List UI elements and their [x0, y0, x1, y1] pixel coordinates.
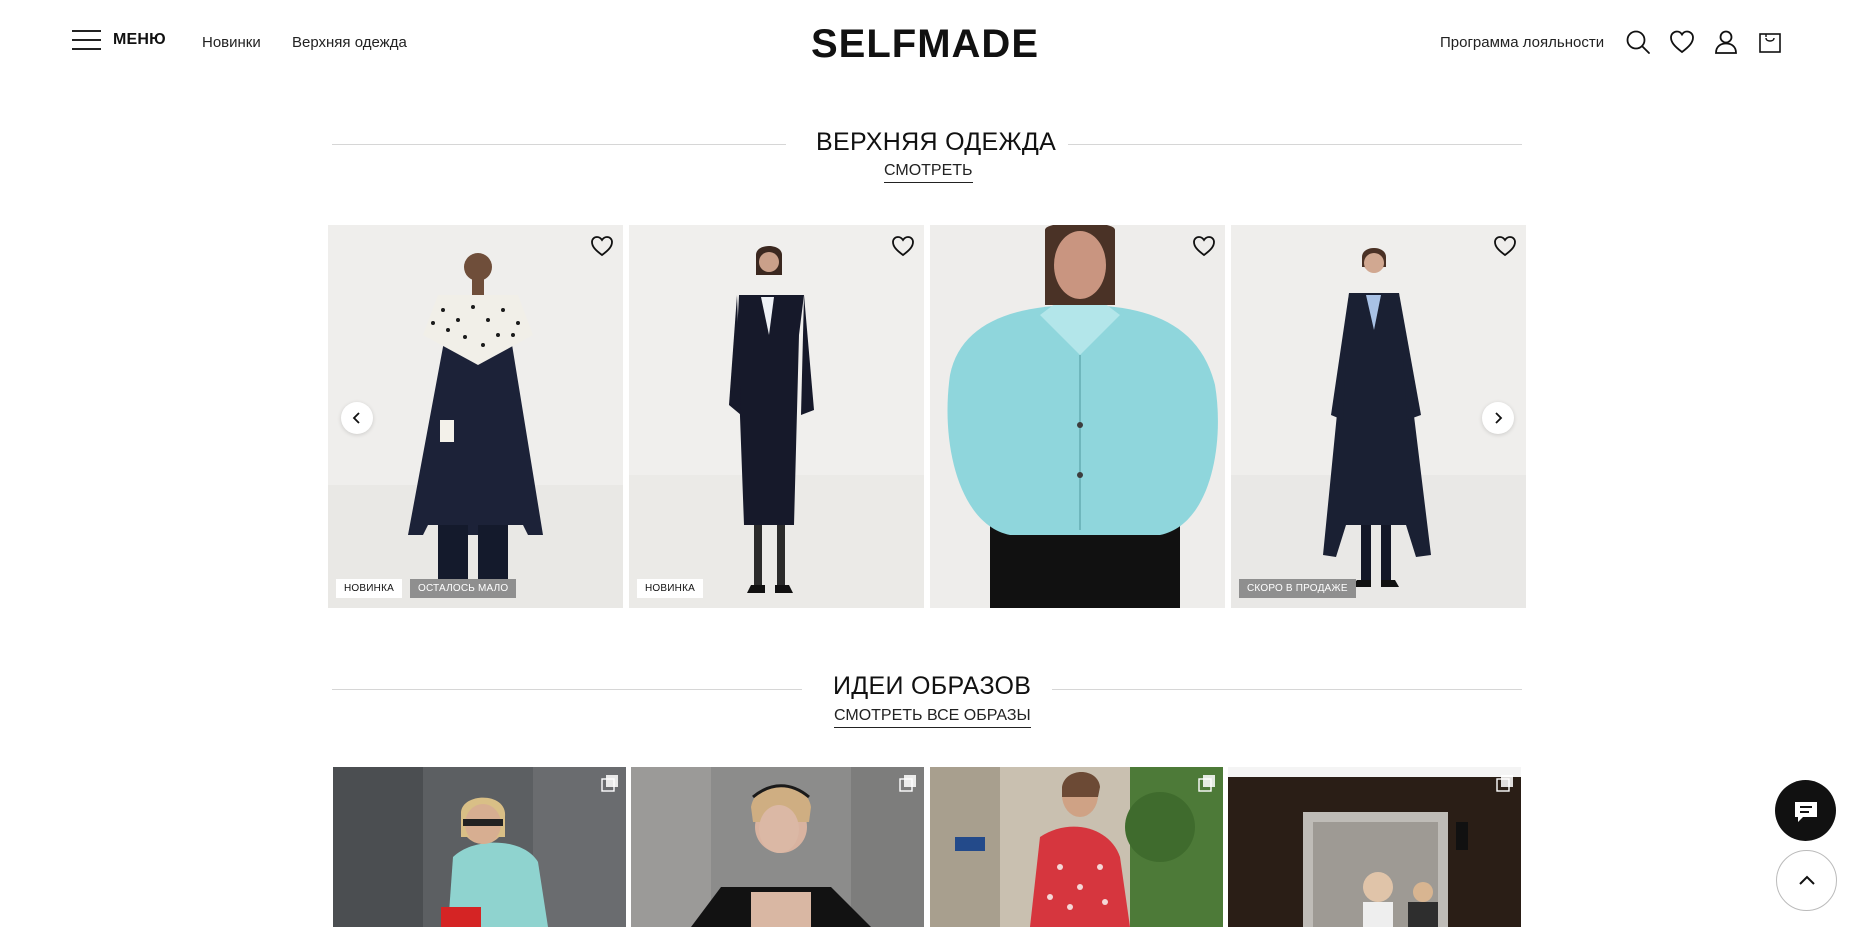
site-header: МЕНЮ Новинки Верхняя одежда SELFMADE Про… — [0, 0, 1853, 90]
favorite-heart-icon[interactable] — [1492, 233, 1518, 259]
menu-label: МЕНЮ — [113, 31, 166, 48]
chevron-right-icon — [1495, 412, 1503, 424]
view-outerwear-link[interactable]: СМОТРЕТЬ — [884, 162, 973, 183]
gallery-multiple-icon — [1496, 774, 1514, 792]
scroll-to-top-button[interactable] — [1776, 850, 1837, 911]
divider — [1068, 144, 1522, 145]
cart-icon[interactable] — [1756, 28, 1784, 56]
badge-new: НОВИНКА — [637, 579, 703, 598]
product-photo — [930, 225, 1225, 608]
chevron-up-icon — [1798, 875, 1815, 885]
badge-coming-soon: СКОРО В ПРОДАЖЕ — [1239, 579, 1356, 598]
product-card[interactable]: НОВИНКА — [629, 225, 924, 608]
loyalty-program-link[interactable]: Программа лояльности — [1440, 34, 1604, 51]
badge-new: НОВИНКА — [336, 579, 402, 598]
favorite-heart-icon[interactable] — [890, 233, 916, 259]
look-photo — [1228, 767, 1521, 927]
look-tile[interactable] — [333, 767, 626, 927]
divider — [332, 689, 802, 690]
menu-button[interactable]: МЕНЮ — [72, 30, 166, 50]
favorite-heart-icon[interactable] — [1191, 233, 1217, 259]
view-all-looks-link[interactable]: СМОТРЕТЬ ВСЕ ОБРАЗЫ — [834, 707, 1031, 728]
look-tile[interactable] — [631, 767, 924, 927]
product-badges: НОВИНКА ОСТАЛОСЬ МАЛО — [336, 579, 517, 598]
gallery-multiple-icon — [1198, 774, 1216, 792]
carousel-prev-button[interactable] — [341, 402, 373, 434]
look-tile[interactable] — [1228, 767, 1521, 927]
chat-bubble-icon — [1794, 801, 1817, 822]
section-title: ВЕРХНЯЯ ОДЕЖДА — [816, 128, 1057, 156]
product-photo — [629, 225, 924, 608]
hamburger-icon — [72, 30, 101, 50]
gallery-multiple-icon — [899, 774, 917, 792]
site-logo[interactable]: SELFMADE — [811, 22, 1039, 67]
divider — [332, 144, 786, 145]
look-tile[interactable] — [930, 767, 1223, 927]
divider — [1052, 689, 1522, 690]
look-photo — [333, 767, 626, 927]
chevron-left-icon — [352, 412, 360, 424]
user-icon[interactable] — [1712, 28, 1740, 56]
carousel-next-button[interactable] — [1482, 402, 1514, 434]
heart-icon[interactable] — [1668, 28, 1696, 56]
outerwear-section-header: ВЕРХНЯЯ ОДЕЖДА СМОТРЕТЬ — [332, 124, 1522, 194]
product-badges: СКОРО В ПРОДАЖЕ — [1239, 579, 1356, 598]
section-title: ИДЕИ ОБРАЗОВ — [833, 672, 1032, 700]
product-badges: НОВИНКА — [637, 579, 703, 598]
nav-link-new[interactable]: Новинки — [202, 34, 261, 51]
nav-link-outerwear[interactable]: Верхняя одежда — [292, 34, 407, 51]
search-icon[interactable] — [1624, 28, 1652, 56]
gallery-multiple-icon — [601, 774, 619, 792]
badge-low-stock: ОСТАЛОСЬ МАЛО — [409, 579, 517, 598]
chat-button[interactable] — [1775, 780, 1836, 841]
looks-section-header: ИДЕИ ОБРАЗОВ СМОТРЕТЬ ВСЕ ОБРАЗЫ — [332, 669, 1522, 739]
look-photo — [631, 767, 924, 927]
favorite-heart-icon[interactable] — [589, 233, 615, 259]
product-card[interactable] — [930, 225, 1225, 608]
look-photo — [930, 767, 1223, 927]
